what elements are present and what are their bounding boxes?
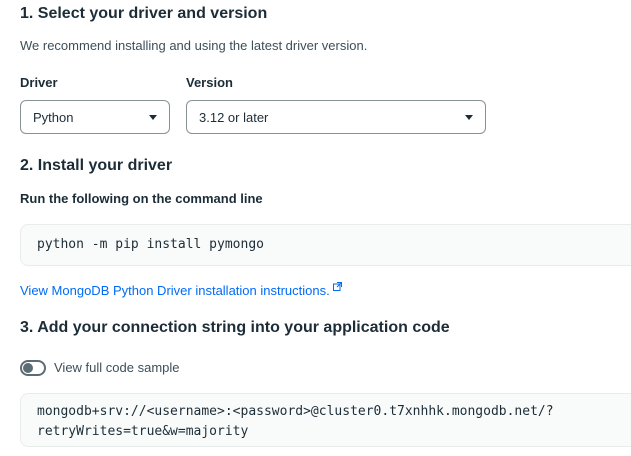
step1-title: 1. Select your driver and version (20, 5, 268, 22)
step3-title: 3. Add your connection string into your … (20, 319, 450, 336)
driver-label: Driver (20, 75, 58, 90)
command-line-instruction: Run the following on the command line (20, 191, 263, 206)
step2-title: 2. Install your driver (20, 157, 173, 174)
driver-select-value: Python (33, 109, 74, 125)
external-link-icon (332, 279, 342, 294)
connection-string-line-2: retryWrites=true&w=majority (37, 424, 249, 439)
connection-string-line-1: mongodb+srv://<username>:<password>@clus… (37, 404, 554, 419)
install-command-text: python -m pip install pymongo (37, 237, 264, 252)
driver-install-instructions-link[interactable]: View MongoDB Python Driver installation … (20, 279, 342, 298)
toggle-knob (23, 363, 33, 373)
connection-string-codeblock[interactable]: mongodb+srv://<username>:<password>@clus… (20, 393, 631, 447)
driver-select[interactable]: Python (20, 100, 170, 134)
chevron-down-icon (149, 115, 157, 120)
version-select-value: 3.12 or later (199, 109, 269, 125)
full-code-sample-toggle[interactable] (20, 360, 46, 376)
install-command-codeblock[interactable]: python -m pip install pymongo (20, 224, 631, 266)
chevron-down-icon (465, 115, 473, 120)
version-select[interactable]: 3.12 or later (186, 100, 486, 134)
driver-setup-page: 1. Select your driver and version We rec… (0, 0, 631, 456)
version-label: Version (186, 75, 233, 90)
step1-subtitle: We recommend installing and using the la… (20, 38, 368, 53)
link-text: View MongoDB Python Driver installation … (20, 283, 330, 298)
full-code-sample-label: View full code sample (54, 360, 180, 375)
